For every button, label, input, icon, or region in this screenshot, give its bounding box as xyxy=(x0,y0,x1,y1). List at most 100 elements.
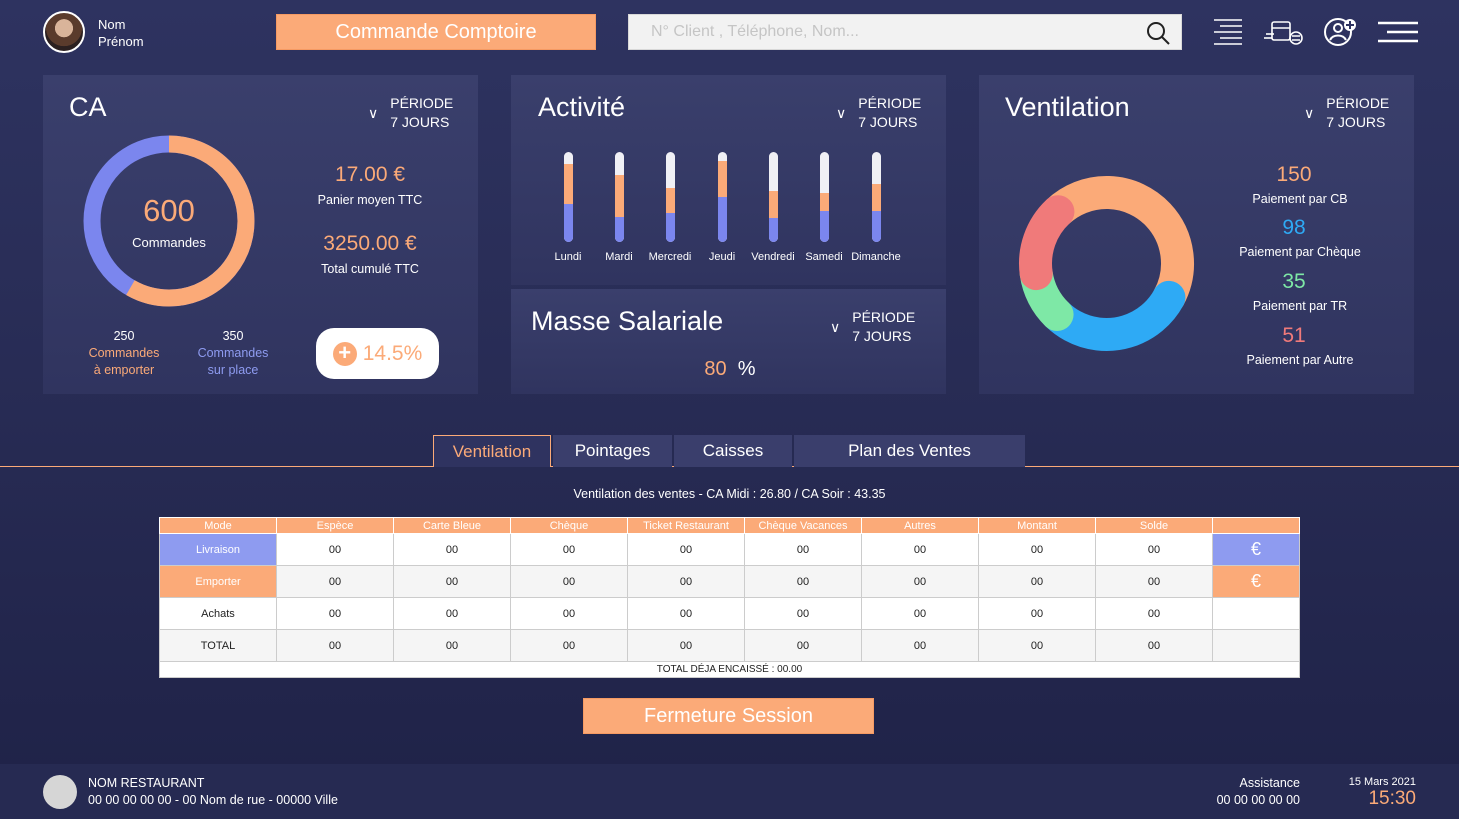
table-cell: 00 xyxy=(510,597,628,630)
table-cell: 00 xyxy=(510,629,628,662)
table-header-cell: Ticket Restaurant xyxy=(627,517,745,534)
table-cell: 00 xyxy=(861,533,979,566)
ca-donut-value: 600 xyxy=(143,193,195,228)
activity-day-label: Mercredi xyxy=(648,251,692,263)
chevron-down-icon: ∨ xyxy=(368,104,379,121)
table-cell: 00 xyxy=(744,565,862,598)
table-cell: 00 xyxy=(276,533,394,566)
ca-donut-label: Commandes xyxy=(132,235,206,250)
periode-label: PÉRIODE xyxy=(1326,95,1390,111)
ventilation-label: Paiement par CB xyxy=(1252,192,1348,206)
current-date: 15 Mars 2021 xyxy=(1348,776,1416,788)
euro-action-button[interactable]: € xyxy=(1212,565,1300,598)
tab-plan-des-ventes[interactable]: Plan des Ventes xyxy=(794,435,1025,467)
emporter-label-1: Commandes xyxy=(88,346,160,360)
activity-bar-jeudi xyxy=(718,152,727,242)
table-cell: 00 xyxy=(861,565,979,598)
assistance-info[interactable]: Assistance 00 00 00 00 00 xyxy=(1200,775,1300,809)
table-cell: 00 xyxy=(861,597,979,630)
activite-periode-selector[interactable]: ∨ PÉRIODE 7 JOURS xyxy=(836,94,921,132)
plus-icon: + xyxy=(332,341,357,366)
ventilation-title: Ventilation xyxy=(1005,92,1130,122)
table-header-cell: Montant xyxy=(978,517,1096,534)
activity-bar-segment-blue xyxy=(872,210,881,242)
tab-pointages[interactable]: Pointages xyxy=(553,435,672,467)
activity-bar-segment-blue xyxy=(718,197,727,242)
activity-bar-lundi xyxy=(564,152,573,242)
periode-value: 7 JOURS xyxy=(858,114,918,130)
table-cell-mode: Emporter xyxy=(159,565,277,598)
tab-caisses[interactable]: Caisses xyxy=(674,435,792,467)
activity-bar-samedi xyxy=(820,152,829,242)
table-header-cell: Carte Bleue xyxy=(393,517,511,534)
table-cell-mode: TOTAL xyxy=(159,629,277,662)
table-header-cell: Espèce xyxy=(276,517,394,534)
add-user-icon[interactable] xyxy=(1320,14,1360,50)
table-cell: 00 xyxy=(978,629,1096,662)
activity-bar-segment-orange xyxy=(666,188,675,214)
activity-day-label: Samedi xyxy=(805,251,843,263)
periode-value: 7 JOURS xyxy=(1326,114,1386,130)
fermeture-session-button[interactable]: Fermeture Session xyxy=(583,698,874,734)
masse-salariale-title: Masse Salariale xyxy=(531,306,724,336)
activity-bar-vendredi xyxy=(769,152,778,242)
chevron-down-icon: ∨ xyxy=(836,104,847,121)
total-cumule-label: Total cumulé TTC xyxy=(321,262,419,276)
chevron-down-icon: ∨ xyxy=(830,318,841,335)
table-cell: 00 xyxy=(744,629,862,662)
masse-periode-selector[interactable]: ∨ PÉRIODE 7 JOURS xyxy=(830,308,915,346)
activity-bar-mardi xyxy=(615,152,624,242)
user-name: Nom Prénom xyxy=(98,16,144,50)
ventilation-value: 51 xyxy=(1282,324,1306,347)
ventilation-value: 98 xyxy=(1282,216,1306,239)
search-input[interactable] xyxy=(629,15,1129,49)
hamburger-menu-icon[interactable] xyxy=(1376,14,1420,50)
ca-title: CA xyxy=(69,92,107,122)
ventilation-label: Paiement par Chèque xyxy=(1239,245,1361,259)
ventilation-table: Mode Espèce Carte Bleue Chèque Ticket Restau… xyxy=(159,517,1300,678)
list-icon[interactable] xyxy=(1208,14,1248,50)
activity-bar-segment-orange xyxy=(872,183,881,211)
table-header-row: Mode Espèce Carte Bleue Chèque Ticket Restau… xyxy=(159,517,1300,534)
search-icon[interactable] xyxy=(1145,20,1171,51)
tab-ventilation[interactable]: Ventilation xyxy=(433,435,551,467)
user-name-line-2: Prénom xyxy=(98,34,144,49)
restaurant-info: NOM RESTAURANT 00 00 00 00 00 - 00 Nom d… xyxy=(88,775,338,809)
restaurant-logo xyxy=(43,775,77,809)
table-cell: 00 xyxy=(978,533,1096,566)
activity-bar-segment-blue xyxy=(820,210,829,242)
commandes-surplace-stat: 350 Commandes sur place xyxy=(183,328,283,379)
restaurant-address: 00 00 00 00 00 - 00 Nom de rue - 00000 V… xyxy=(88,793,338,807)
ventilation-value: 150 xyxy=(1276,163,1312,186)
activity-bar-segment-blue xyxy=(666,213,675,242)
activity-bar-segment-blue xyxy=(769,217,778,242)
periode-value: 7 JOURS xyxy=(852,328,912,344)
table-header-cell: Mode xyxy=(159,517,277,534)
assistance-label: Assistance xyxy=(1239,776,1300,790)
table-row: Livraison 00 00 00 00 00 00 00 00 € xyxy=(159,533,1300,566)
table-cell: 00 xyxy=(393,533,511,566)
commande-comptoire-button[interactable]: Commande Comptoire xyxy=(276,14,596,50)
table-header-cell: Chèque xyxy=(510,517,628,534)
ventilation-donut-chart xyxy=(1019,176,1194,351)
periode-value: 7 JOURS xyxy=(390,114,450,130)
assistance-phone: 00 00 00 00 00 xyxy=(1216,793,1300,807)
table-header-cell xyxy=(1212,517,1300,534)
table-cell: 00 xyxy=(627,533,745,566)
table-header-cell: Autres xyxy=(861,517,979,534)
table-cell: 00 xyxy=(1095,597,1213,630)
table-cell: 00 xyxy=(978,597,1096,630)
user-avatar[interactable] xyxy=(43,11,85,53)
activity-day-label: Dimanche xyxy=(851,251,901,263)
ca-periode-selector[interactable]: ∨ PÉRIODE 7 JOURS xyxy=(368,94,453,132)
growth-badge: + 14.5% xyxy=(316,328,439,379)
growth-value: 14.5% xyxy=(362,341,423,365)
activity-bar-mercredi xyxy=(666,152,675,242)
table-cell-mode: Achats xyxy=(159,597,277,630)
table-cell-empty xyxy=(1212,629,1300,662)
ventilation-periode-selector[interactable]: ∨ PÉRIODE 7 JOURS xyxy=(1304,94,1389,132)
euro-action-button[interactable]: € xyxy=(1212,533,1300,566)
table-cell: 00 xyxy=(393,597,511,630)
table-cell: 00 xyxy=(393,565,511,598)
delivery-order-icon[interactable] xyxy=(1264,14,1304,50)
